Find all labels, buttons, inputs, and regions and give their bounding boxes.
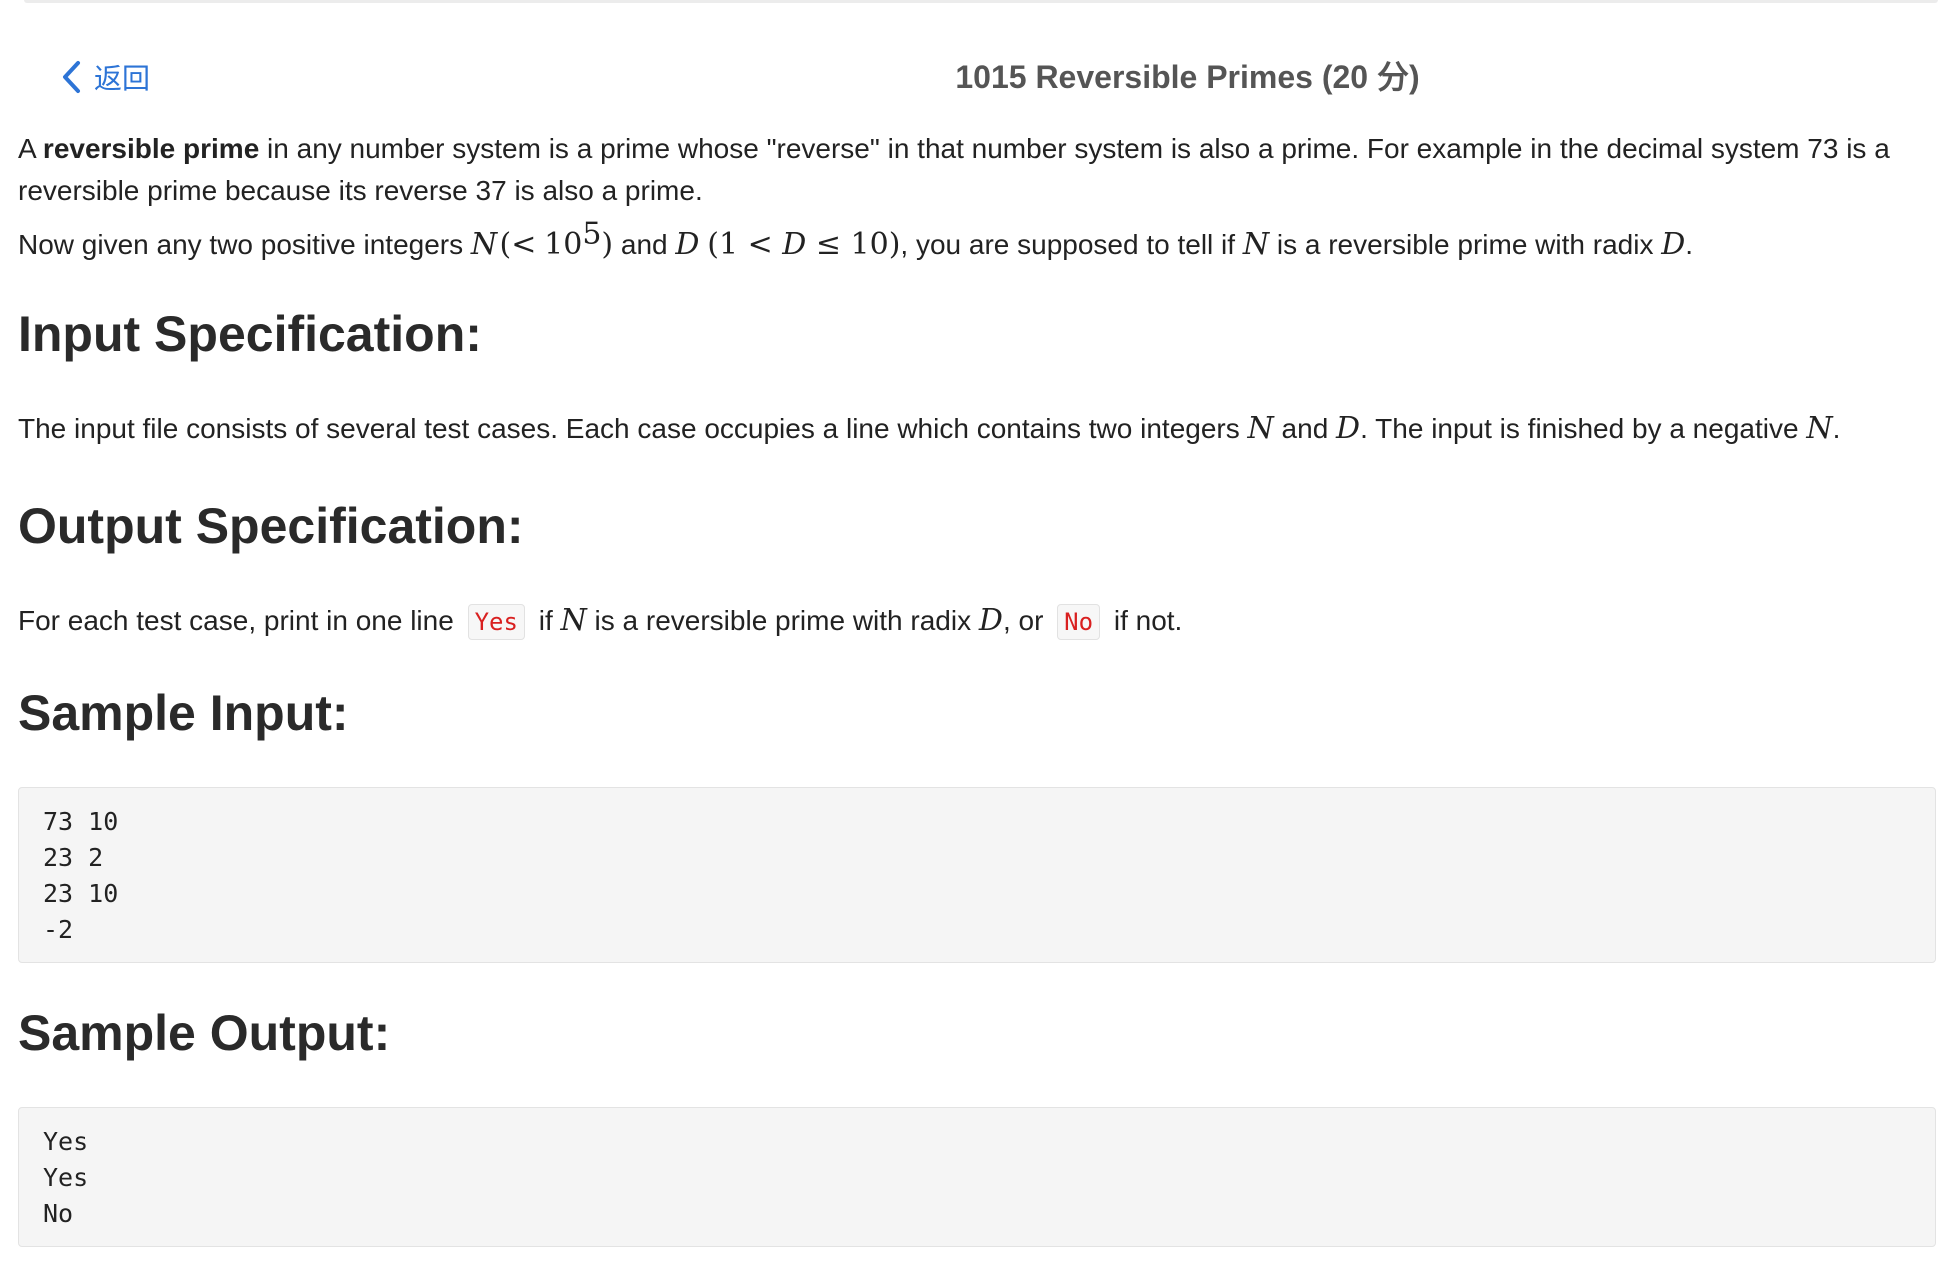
code-line: 23 2 [43, 843, 104, 872]
math-var: D [675, 227, 700, 262]
intro-text: A [18, 133, 43, 164]
back-button[interactable]: 返回 [60, 52, 150, 102]
output-text: is a reversible prime with radix [586, 605, 979, 636]
code-line: 23 10 [43, 879, 119, 908]
page-title: 1015 Reversible Primes (20 分) [955, 59, 1420, 95]
math-var: N [560, 603, 587, 638]
math-expr: ≤ 10) [806, 227, 901, 262]
output-spec-heading: Output Specification: [18, 498, 524, 554]
math-expr: (< [499, 227, 537, 262]
chevron-left-icon [63, 61, 80, 93]
math-var: N [1242, 227, 1270, 262]
problem-intro: A reversible prime in any number system … [18, 128, 1938, 212]
code-line: -2 [43, 915, 74, 944]
output-text: , or [1002, 605, 1052, 636]
task-text: is a reversible prime with radix [1269, 229, 1662, 260]
problem-task: Now given any two positive integers N (<… [18, 219, 1938, 266]
math-var: N [1247, 411, 1274, 446]
code-line: Yes [43, 1127, 89, 1156]
math-expr: 10 [544, 227, 583, 262]
intro-bold-term: reversible prime [42, 133, 260, 164]
code-no: No [1057, 604, 1101, 640]
task-text: Now given any two positive integers [18, 229, 471, 260]
sample-input-heading: Sample Input: [18, 685, 349, 741]
output-text: if not. [1106, 605, 1183, 636]
math-var: D [1336, 411, 1361, 446]
math-exponent: 5 [582, 216, 602, 252]
task-text: and [613, 229, 676, 260]
output-text: if [530, 605, 561, 636]
math-expr: (1 < [707, 227, 783, 262]
sample-input-block[interactable]: 73 10 23 2 23 10 -2 [18, 787, 1936, 963]
input-spec-heading: Input Specification: [18, 306, 482, 362]
input-text: and [1273, 413, 1337, 444]
input-text: . [1832, 413, 1841, 444]
sample-output-heading: Sample Output: [18, 1005, 391, 1061]
top-divider [24, 0, 1938, 3]
back-label: 返回 [94, 63, 151, 94]
code-line: 73 10 [43, 807, 119, 836]
math-expr: ) [601, 227, 614, 262]
math-var: D [1661, 227, 1686, 262]
output-text: For each test case, print in one line [18, 605, 462, 636]
code-line: Yes [43, 1163, 89, 1192]
task-text: , you are supposed to tell if [900, 229, 1243, 260]
code-yes: Yes [467, 604, 525, 640]
task-text: . [1685, 229, 1694, 260]
code-line: No [43, 1199, 74, 1228]
problem-content: A reversible prime in any number system … [18, 128, 1938, 1247]
math-var: N [1806, 411, 1833, 446]
input-text: . The input is finished by a negative [1360, 413, 1807, 444]
intro-text: in any number system is a prime whose "r… [18, 133, 1890, 206]
page-header: 返回 1015 Reversible Primes (20 分) [0, 52, 1950, 102]
sample-output-block[interactable]: Yes Yes No [18, 1107, 1936, 1247]
input-spec-text: The input file consists of several test … [18, 408, 1938, 450]
math-var: D [978, 603, 1003, 638]
output-spec-text: For each test case, print in one line Ye… [18, 600, 1938, 643]
math-var: D [782, 227, 807, 262]
math-var: N [470, 227, 498, 262]
input-text: The input file consists of several test … [18, 413, 1248, 444]
